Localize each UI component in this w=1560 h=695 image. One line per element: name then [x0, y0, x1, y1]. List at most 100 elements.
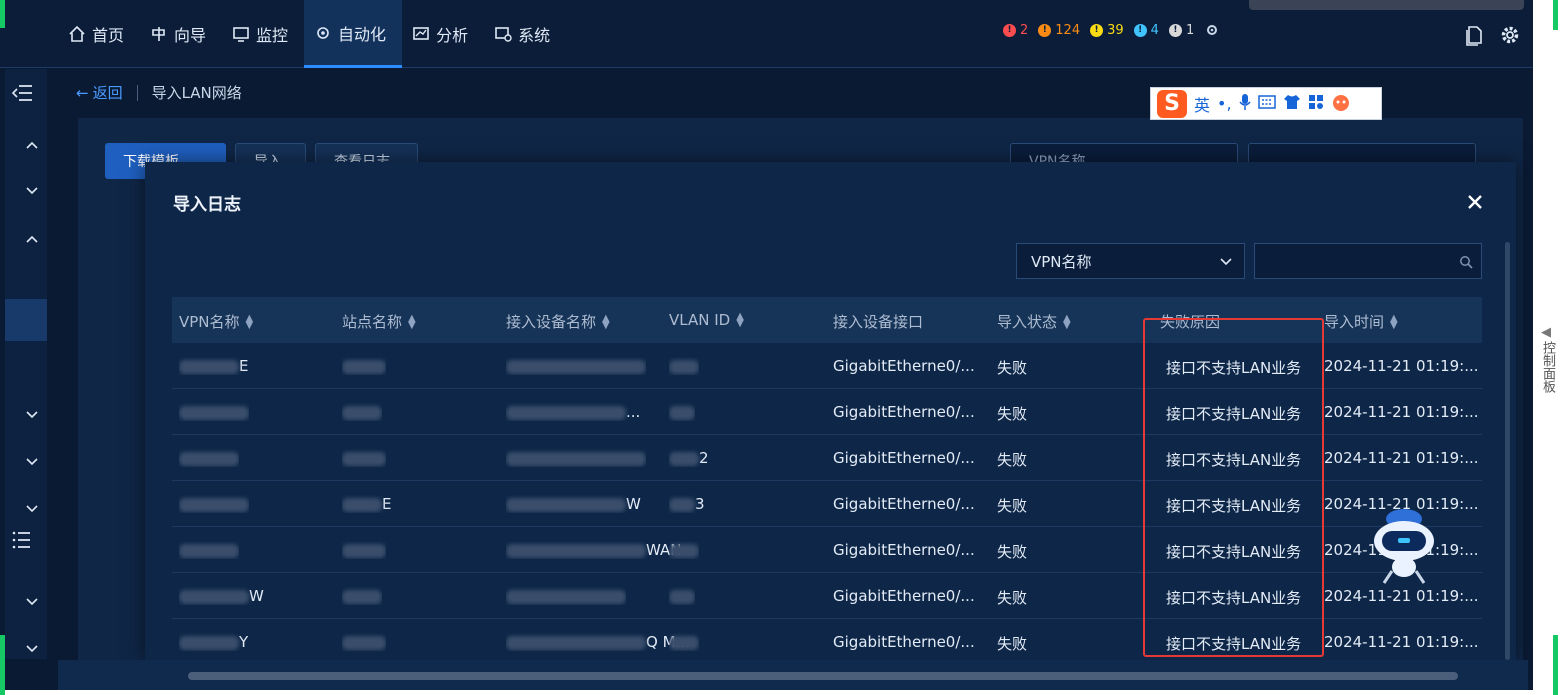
cell-time: 2024-11-21 01:19:... [1324, 633, 1479, 651]
close-icon[interactable] [1465, 192, 1485, 212]
monitor-icon [232, 25, 250, 43]
search-input[interactable] [1254, 243, 1482, 279]
back-link[interactable]: ← 返回 [76, 82, 123, 103]
cell-device: ... [506, 403, 640, 421]
cell-interface-text: GigabitEtherne0/... [833, 587, 975, 605]
breadcrumb: ← 返回 导入LAN网络 [76, 82, 242, 103]
column-header-label: 接入设备名称 [506, 313, 597, 331]
right-edge-marker-top [1553, 0, 1558, 30]
gear-icon[interactable] [1499, 24, 1521, 46]
redacted-value [669, 451, 699, 466]
top-nav-bar: 首页 向导 监控 自动化 分析 系统 ! 2 ! 124 ! 39 ! 4 ! … [0, 0, 1533, 68]
column-header-label: 站点名称 [342, 313, 403, 331]
column-header-label: VLAN ID [669, 311, 731, 329]
cell-device: W [506, 495, 641, 513]
cell-vpn: E [179, 357, 248, 375]
microphone-icon[interactable] [1238, 93, 1251, 115]
control-panel-tab[interactable]: ◀ 控制面板 [1537, 325, 1555, 393]
redacted-value [669, 359, 699, 374]
left-edge-marker-bottom [0, 635, 5, 695]
chevron-down-icon[interactable] [25, 639, 39, 653]
sidebar-active-item[interactable] [5, 299, 47, 341]
toolbox-icon[interactable] [1308, 94, 1324, 114]
dialog-scrollbar[interactable] [1505, 242, 1510, 660]
sort-icon[interactable]: ▲ ▼ [246, 313, 254, 330]
alarm-summary[interactable]: ! 2 ! 124 ! 39 ! 4 ! 1 [1003, 22, 1220, 38]
alarm-settings-icon[interactable] [1204, 22, 1220, 38]
nav-analysis[interactable]: 分析 [402, 0, 484, 68]
cell-time-text: 2024-11-21 01:19:... [1324, 449, 1479, 467]
chevron-down-icon[interactable] [25, 405, 39, 419]
cell-status: 失败 [997, 495, 1027, 516]
major-alarm-icon: ! [1038, 23, 1052, 37]
robot-assistant-icon[interactable] [1370, 505, 1438, 587]
cell-time: 2024-11-21 01:19:... [1324, 587, 1479, 605]
column-header-status[interactable]: 导入状态 ▲ ▼ [997, 311, 1071, 332]
cell-status: 失败 [997, 633, 1027, 654]
cell-vlan-text: 3 [695, 495, 705, 513]
column-header-site[interactable]: 站点名称 ▲ ▼ [342, 311, 416, 332]
redacted-value [342, 405, 382, 420]
nav-monitor-label: 监控 [256, 26, 289, 45]
minor-alarm-count: 39 [1107, 22, 1124, 38]
chevron-down-icon[interactable] [25, 181, 39, 195]
document-icon[interactable] [1463, 24, 1485, 46]
column-header-device[interactable]: 接入设备名称 ▲ ▼ [506, 311, 610, 332]
skin-icon[interactable] [1283, 94, 1301, 114]
sort-icon[interactable]: ▲ ▼ [1063, 313, 1071, 330]
chevron-down-icon[interactable] [25, 452, 39, 466]
search-icon[interactable] [1459, 254, 1473, 269]
column-header-time[interactable]: 导入时间 ▲ ▼ [1324, 311, 1398, 332]
horizontal-scrollbar[interactable] [188, 672, 1458, 680]
cell-vlan [669, 541, 699, 559]
keyboard-icon[interactable] [1257, 94, 1276, 113]
sort-icon[interactable]: ▲ ▼ [602, 313, 610, 330]
ime-mascot-icon[interactable] [1331, 93, 1351, 115]
cell-site [342, 587, 382, 605]
highlight-annotation [1143, 318, 1324, 657]
redacted-value [669, 405, 695, 420]
list-menu-icon[interactable] [10, 530, 34, 550]
cell-interface-text: GigabitEtherne0/... [833, 357, 975, 375]
nav-system[interactable]: 系统 [484, 0, 566, 68]
cell-status: 失败 [997, 449, 1027, 470]
cell-site [342, 403, 382, 421]
chevron-down-icon[interactable] [25, 592, 39, 606]
cell-vpn-text: Y [239, 633, 249, 651]
punctuation-icon[interactable]: •, [1217, 94, 1232, 113]
sort-icon[interactable]: ▲ ▼ [1390, 313, 1398, 330]
ime-lang-toggle[interactable]: 英 [1194, 92, 1210, 116]
cell-status-text: 失败 [997, 543, 1028, 561]
sort-icon[interactable]: ▲ ▼ [408, 313, 416, 330]
cell-status-text: 失败 [997, 497, 1028, 515]
chevron-down-icon[interactable] [25, 499, 39, 513]
chevron-up-icon[interactable] [25, 229, 39, 243]
column-header-vlan[interactable]: VLAN ID ▲ ▼ [669, 311, 744, 329]
main-nav: 首页 向导 监控 自动化 分析 系统 [58, 0, 566, 68]
cell-site [342, 633, 386, 651]
vpn-filter-select[interactable]: VPN名称 [1016, 243, 1245, 279]
nav-automation[interactable]: 自动化 [304, 0, 403, 68]
redacted-value [506, 635, 646, 650]
nav-automation-label: 自动化 [338, 24, 387, 44]
cell-device [506, 357, 646, 375]
redacted-value [669, 497, 695, 512]
caret-left-icon: ◀ [1541, 325, 1551, 340]
cell-interface-text: GigabitEtherne0/... [833, 449, 975, 467]
nav-guide[interactable]: 向导 [140, 0, 222, 68]
top-right-search-area [1249, 0, 1524, 10]
redacted-value [179, 405, 249, 420]
nav-monitor[interactable]: 监控 [222, 0, 304, 68]
cell-interface-text: GigabitEtherne0/... [833, 541, 975, 559]
collapse-menu-icon[interactable] [10, 83, 34, 103]
cell-device: Q M... [506, 633, 690, 651]
column-header-vpn[interactable]: VPN名称 ▲ ▼ [179, 311, 253, 332]
ime-toolbar[interactable]: S 英 •, [1150, 87, 1382, 120]
cell-vpn-text: E [239, 357, 249, 375]
cell-time-text: 2024-11-21 01:19:... [1324, 403, 1479, 421]
nav-home[interactable]: 首页 [58, 0, 140, 68]
sort-icon[interactable]: ▲ ▼ [736, 312, 744, 329]
breadcrumb-divider [136, 84, 138, 101]
app-window: 首页 向导 监控 自动化 分析 系统 ! 2 ! 124 ! 39 ! 4 ! … [0, 0, 1533, 690]
chevron-up-icon[interactable] [25, 135, 39, 149]
